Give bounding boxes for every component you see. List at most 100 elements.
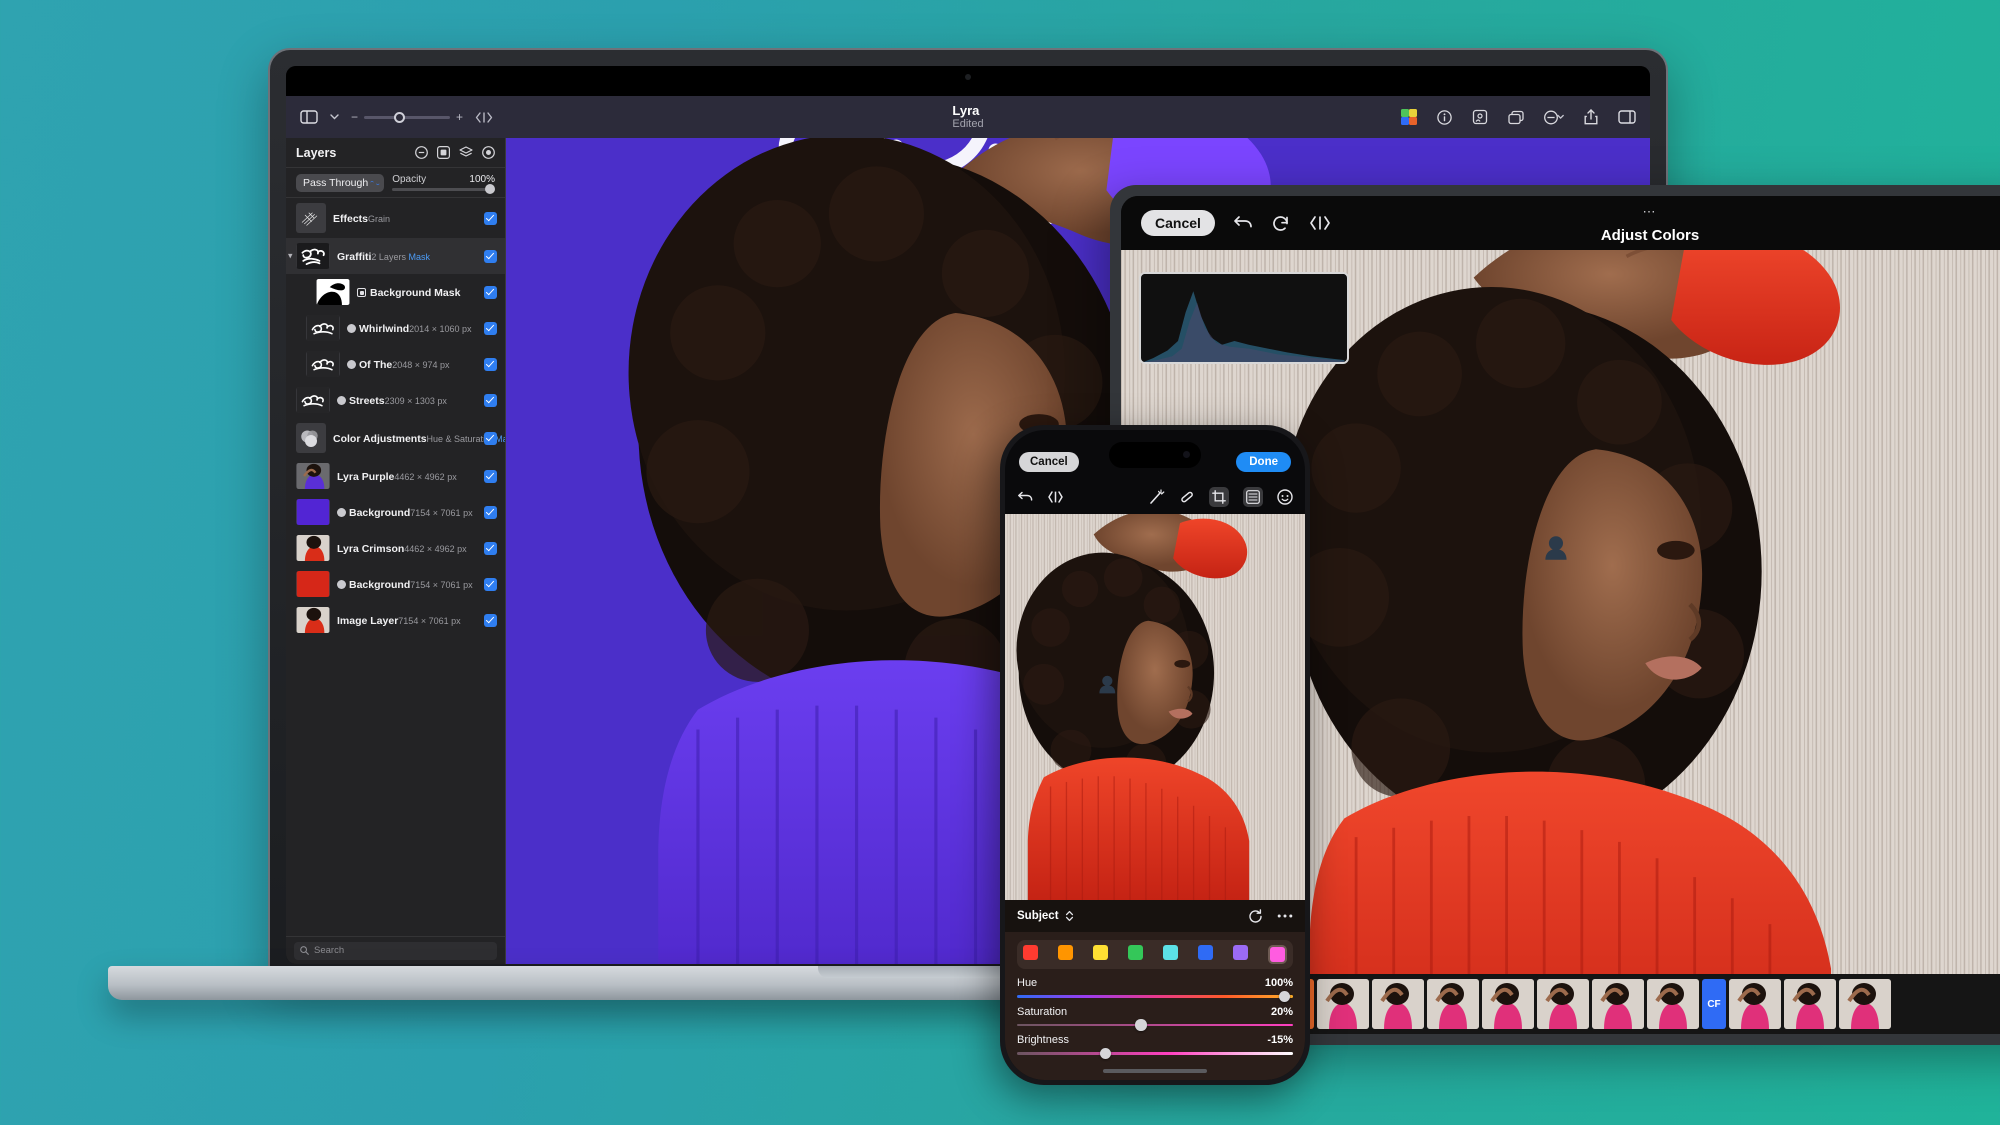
undo-icon[interactable]	[1017, 490, 1033, 504]
stack-icon[interactable]	[459, 146, 473, 159]
crop-icon[interactable]	[1472, 109, 1488, 125]
iphone-slider-group[interactable]: Hue 100% Saturation 20% Brightness -15%	[1017, 977, 1293, 1059]
layer-list[interactable]: EffectsGrain ▾ Graffiti2 Layers Mask Backgr…	[286, 198, 505, 936]
disclosure-triangle-icon[interactable]: ▾	[288, 251, 293, 262]
retouch-icon[interactable]	[1179, 489, 1195, 505]
slider-knob[interactable]	[1278, 990, 1291, 1002]
filmstrip-thumbnail[interactable]	[1784, 979, 1836, 1029]
filmstrip-thumbnail[interactable]	[1427, 979, 1479, 1029]
layer-row-effects[interactable]: EffectsGrain	[286, 198, 505, 238]
iphone-tool-row[interactable]	[1005, 480, 1305, 514]
filmstrip-tab-cf[interactable]: CF	[1702, 979, 1726, 1029]
filmstrip-thumbnail[interactable]	[1317, 979, 1369, 1029]
add-layer-icon[interactable]	[482, 146, 495, 159]
compare-icon[interactable]	[1309, 214, 1331, 232]
iphone-color-swatch-4[interactable]	[1163, 945, 1178, 964]
filmstrip-thumbnail[interactable]	[1729, 979, 1781, 1029]
more-icon[interactable]	[1277, 913, 1293, 919]
compare-icon[interactable]	[1047, 490, 1064, 504]
layer-visibility-checkbox[interactable]	[484, 577, 497, 591]
zoom-knob[interactable]	[394, 111, 406, 123]
zoom-track[interactable]	[364, 111, 451, 123]
zoom-in-button[interactable]: +	[456, 110, 463, 124]
iphone-color-swatch-6[interactable]	[1233, 945, 1248, 964]
filmstrip-thumbnail[interactable]	[1592, 979, 1644, 1029]
layer-row-graffiti[interactable]: ▾ Graffiti2 Layers Mask	[286, 238, 505, 274]
share-icon[interactable]	[1584, 109, 1598, 125]
adjust-icon[interactable]	[1243, 487, 1263, 507]
layer-visibility-checkbox[interactable]	[484, 357, 497, 371]
filmstrip-thumbnail[interactable]	[1839, 979, 1891, 1029]
filmstrip-thumbnail[interactable]	[1537, 979, 1589, 1029]
layer-visibility-checkbox[interactable]	[484, 613, 497, 627]
iphone-color-swatch-5[interactable]	[1198, 945, 1213, 964]
filters-icon[interactable]	[1277, 489, 1293, 505]
iphone-subject-bar[interactable]: Subject	[1005, 900, 1305, 932]
blend-mode-select[interactable]: Pass Through	[296, 173, 385, 192]
layer-mask-link[interactable]: Mask	[408, 252, 430, 262]
filmstrip-thumbnail[interactable]	[1482, 979, 1534, 1029]
layers-search-bar[interactable]: Search	[286, 936, 505, 964]
layer-row-color-adjustments[interactable]: Color AdjustmentsHue & Saturati... Mask …	[286, 418, 505, 458]
info-icon[interactable]	[1437, 109, 1452, 125]
opacity-track[interactable]	[392, 184, 495, 194]
slider-track[interactable]	[1017, 1047, 1293, 1059]
layer-row-background[interactable]: Background7154 × 7061 px	[286, 494, 505, 530]
layer-row-lyra-purple[interactable]: Lyra Purple4462 × 4962 px	[286, 458, 505, 494]
layer-row-background[interactable]: Background7154 × 7061 px	[286, 566, 505, 602]
mask-icon[interactable]	[437, 146, 450, 159]
opacity-control[interactable]: Opacity 100%	[392, 174, 495, 194]
layer-visibility-checkbox[interactable]	[484, 469, 497, 483]
chevron-down-icon[interactable]	[330, 114, 339, 120]
iphone-color-swatch-0[interactable]	[1023, 945, 1038, 964]
duplicate-icon[interactable]	[1508, 110, 1524, 125]
zoom-slider[interactable]: − +	[351, 110, 463, 124]
iphone-color-swatch-7[interactable]	[1268, 945, 1287, 964]
sidebar-icon[interactable]	[300, 110, 318, 124]
iphone-color-swatch-1[interactable]	[1058, 945, 1073, 964]
panel-icon[interactable]	[1618, 110, 1636, 124]
crop-icon[interactable]	[1209, 487, 1229, 507]
filmstrip-thumbnail[interactable]	[1647, 979, 1699, 1029]
iphone-cancel-button[interactable]: Cancel	[1019, 452, 1079, 472]
opacity-knob[interactable]	[485, 184, 495, 194]
ipad-cancel-button[interactable]: Cancel	[1141, 210, 1215, 236]
color-swatch-icon[interactable]	[1401, 109, 1417, 125]
magic-wand-icon[interactable]	[1149, 489, 1165, 505]
layer-row-of-the[interactable]: Of The2048 × 974 px	[286, 346, 505, 382]
layer-row-whirlwind[interactable]: Whirlwind2014 × 1060 px	[286, 310, 505, 346]
iphone-done-button[interactable]: Done	[1236, 452, 1291, 472]
slider-hue[interactable]: Hue 100%	[1017, 977, 1293, 1002]
adjust-icon[interactable]	[1544, 110, 1564, 125]
layer-row-image-layer[interactable]: Image Layer7154 × 7061 px	[286, 602, 505, 638]
layer-visibility-checkbox[interactable]	[484, 431, 497, 445]
reset-icon[interactable]	[1248, 908, 1263, 924]
layer-row-streets[interactable]: Streets2309 × 1303 px	[286, 382, 505, 418]
layer-row-background-mask[interactable]: Background Mask	[286, 274, 505, 310]
iphone-color-swatch-2[interactable]	[1093, 945, 1108, 964]
layer-visibility-checkbox[interactable]	[484, 541, 497, 555]
layer-visibility-checkbox[interactable]	[484, 249, 497, 263]
layer-visibility-checkbox[interactable]	[484, 505, 497, 519]
iphone-adjust-panel[interactable]: Hue 100% Saturation 20% Brightness -15%	[1005, 932, 1305, 1080]
undo-icon[interactable]	[1233, 214, 1253, 232]
iphone-canvas[interactable]	[1005, 514, 1305, 900]
redo-icon[interactable]	[1271, 214, 1291, 232]
slider-brightness[interactable]: Brightness -15%	[1017, 1034, 1293, 1059]
layer-visibility-checkbox[interactable]	[484, 211, 497, 225]
layer-visibility-checkbox[interactable]	[484, 393, 497, 407]
slider-saturation[interactable]: Saturation 20%	[1017, 1006, 1293, 1031]
minus-circle-icon[interactable]	[415, 146, 428, 159]
iphone-swatch-row[interactable]	[1017, 940, 1293, 969]
zoom-out-button[interactable]: −	[351, 110, 358, 124]
chevron-updown-icon[interactable]	[1065, 910, 1074, 922]
slider-knob[interactable]	[1099, 1047, 1112, 1059]
search-input[interactable]: Search	[294, 941, 497, 960]
filmstrip-thumbnail[interactable]	[1372, 979, 1424, 1029]
compare-icon[interactable]	[475, 111, 493, 124]
iphone-color-swatch-3[interactable]	[1128, 945, 1143, 964]
slider-track[interactable]	[1017, 990, 1293, 1002]
slider-knob[interactable]	[1135, 1019, 1147, 1031]
layer-visibility-checkbox[interactable]	[484, 321, 497, 335]
layer-row-lyra-crimson[interactable]: Lyra Crimson4462 × 4962 px	[286, 530, 505, 566]
